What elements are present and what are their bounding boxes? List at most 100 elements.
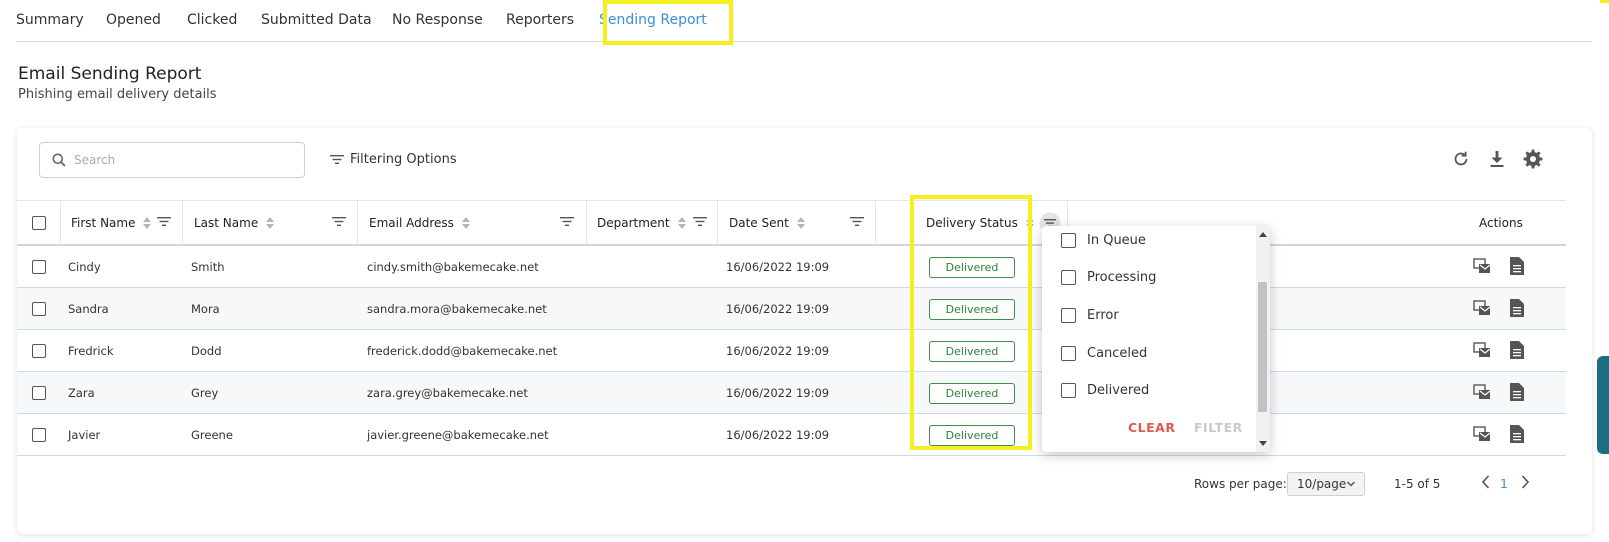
apply-filter-button[interactable]: FILTER — [1194, 420, 1243, 435]
tab-clicked[interactable]: Clicked — [187, 12, 237, 28]
sort-icon[interactable] — [677, 217, 686, 229]
search-box[interactable] — [39, 142, 305, 178]
table-row[interactable]: Fredrick Dodd frederick.dodd@bakemecake.… — [17, 330, 1566, 372]
tab-opened[interactable]: Opened — [106, 12, 161, 28]
sort-icon[interactable] — [266, 217, 275, 229]
status-badge: Delivered — [929, 299, 1015, 320]
refresh-icon[interactable] — [1450, 148, 1472, 170]
cell-email: javier.greene@bakemecake.net — [367, 428, 549, 442]
report-tabs: Summary Opened Clicked Submitted Data No… — [16, 0, 1592, 42]
resend-icon[interactable] — [1473, 257, 1491, 275]
tab-reporters[interactable]: Reporters — [506, 12, 574, 28]
scroll-up-arrow[interactable] — [1259, 232, 1267, 237]
cell-last-name: Smith — [191, 260, 225, 274]
cell-date-sent: 16/06/2022 19:09 — [726, 386, 830, 400]
option-checkbox[interactable] — [1061, 308, 1076, 323]
search-icon — [52, 153, 66, 167]
scroll-down-arrow[interactable] — [1259, 441, 1267, 446]
cell-date-sent: 16/06/2022 19:09 — [726, 428, 830, 442]
filter-icon[interactable] — [332, 216, 346, 227]
cell-last-name: Dodd — [191, 344, 222, 358]
row-checkbox[interactable] — [32, 428, 46, 442]
cell-date-sent: 16/06/2022 19:09 — [726, 260, 830, 274]
filtering-options-button[interactable]: Filtering Options — [330, 152, 457, 167]
cell-date-sent: 16/06/2022 19:09 — [726, 302, 830, 316]
cell-date-sent: 16/06/2022 19:09 — [726, 344, 830, 358]
resend-icon[interactable] — [1473, 425, 1491, 443]
page-subtitle: Phishing email delivery details — [18, 87, 217, 102]
resend-icon[interactable] — [1473, 383, 1491, 401]
cell-email: frederick.dodd@bakemecake.net — [367, 344, 558, 358]
scrollbar-thumb[interactable] — [1258, 282, 1267, 412]
table-row[interactable]: Cindy Smith cindy.smith@bakemecake.net 1… — [17, 246, 1566, 288]
sort-icon[interactable] — [143, 217, 152, 229]
filter-option-delivered[interactable]: Delivered — [1061, 383, 1149, 398]
filter-icon[interactable] — [693, 216, 707, 227]
corner-highlight-mark — [1600, 0, 1609, 3]
resend-icon[interactable] — [1473, 299, 1491, 317]
tab-no-response[interactable]: No Response — [392, 12, 483, 28]
row-checkbox[interactable] — [32, 386, 46, 400]
col-actions: Actions — [1479, 216, 1523, 230]
table-row[interactable]: Zara Grey zara.grey@bakemecake.net 16/06… — [17, 372, 1566, 414]
filter-lines-icon — [330, 155, 344, 164]
col-delivery-status[interactable]: Delivery Status — [926, 201, 1034, 245]
document-icon[interactable] — [1510, 299, 1524, 317]
sort-icon[interactable] — [461, 217, 470, 229]
tab-highlight-box — [603, 0, 733, 45]
col-department[interactable]: Department — [597, 201, 686, 245]
col-last-name[interactable]: Last Name — [194, 201, 275, 245]
rows-per-page-select[interactable]: 10/page — [1287, 472, 1365, 496]
document-icon[interactable] — [1510, 383, 1524, 401]
option-checkbox[interactable] — [1061, 383, 1076, 398]
cell-first-name: Sandra — [68, 302, 109, 316]
filter-option-error[interactable]: Error — [1061, 308, 1119, 323]
document-icon[interactable] — [1510, 257, 1524, 275]
table-row[interactable]: Javier Greene javier.greene@bakemecake.n… — [17, 414, 1566, 456]
col-first-name[interactable]: First Name — [71, 201, 152, 245]
col-email-address[interactable]: Email Address — [369, 201, 470, 245]
col-date-sent[interactable]: Date Sent — [729, 201, 805, 245]
download-icon[interactable] — [1486, 148, 1508, 170]
page-title: Email Sending Report — [18, 64, 202, 84]
side-panel-tab[interactable] — [1597, 356, 1609, 454]
cell-first-name: Fredrick — [68, 344, 114, 358]
document-icon[interactable] — [1510, 341, 1524, 359]
cell-last-name: Greene — [191, 428, 233, 442]
resend-icon[interactable] — [1473, 341, 1491, 359]
page-number-current[interactable]: 1 — [1500, 476, 1508, 491]
filter-icon[interactable] — [850, 216, 864, 227]
tab-summary[interactable]: Summary — [16, 12, 84, 28]
filter-option-in-queue[interactable]: In Queue — [1061, 233, 1146, 248]
filter-option-processing[interactable]: Processing — [1061, 270, 1156, 285]
table-toolbar-icons — [1450, 148, 1544, 170]
table-row[interactable]: Sandra Mora sandra.mora@bakemecake.net 1… — [17, 288, 1566, 330]
option-checkbox[interactable] — [1061, 233, 1076, 248]
cell-email: cindy.smith@bakemecake.net — [367, 260, 539, 274]
row-checkbox[interactable] — [32, 344, 46, 358]
pagination-range: 1-5 of 5 — [1394, 477, 1441, 491]
gear-icon[interactable] — [1522, 148, 1544, 170]
status-badge: Delivered — [929, 257, 1015, 278]
option-checkbox[interactable] — [1061, 346, 1076, 361]
filter-option-canceled[interactable]: Canceled — [1061, 346, 1147, 361]
sort-icon[interactable] — [1025, 217, 1034, 229]
document-icon[interactable] — [1510, 425, 1524, 443]
tab-submitted-data[interactable]: Submitted Data — [261, 12, 372, 28]
row-checkbox[interactable] — [32, 260, 46, 274]
status-badge: Delivered — [929, 341, 1015, 362]
chevron-left-icon[interactable] — [1480, 474, 1492, 490]
dropdown-scrollbar[interactable] — [1256, 226, 1270, 452]
search-input[interactable] — [74, 153, 274, 167]
cell-first-name: Zara — [68, 386, 95, 400]
chevron-right-icon[interactable] — [1519, 474, 1531, 490]
filter-icon[interactable] — [560, 216, 574, 227]
select-all-checkbox[interactable] — [32, 216, 46, 230]
option-checkbox[interactable] — [1061, 270, 1076, 285]
filter-icon[interactable] — [157, 216, 171, 227]
row-checkbox[interactable] — [32, 302, 46, 316]
status-badge: Delivered — [929, 425, 1015, 446]
sort-icon[interactable] — [796, 217, 805, 229]
clear-filter-button[interactable]: CLEAR — [1128, 420, 1175, 435]
cell-email: sandra.mora@bakemecake.net — [367, 302, 547, 316]
